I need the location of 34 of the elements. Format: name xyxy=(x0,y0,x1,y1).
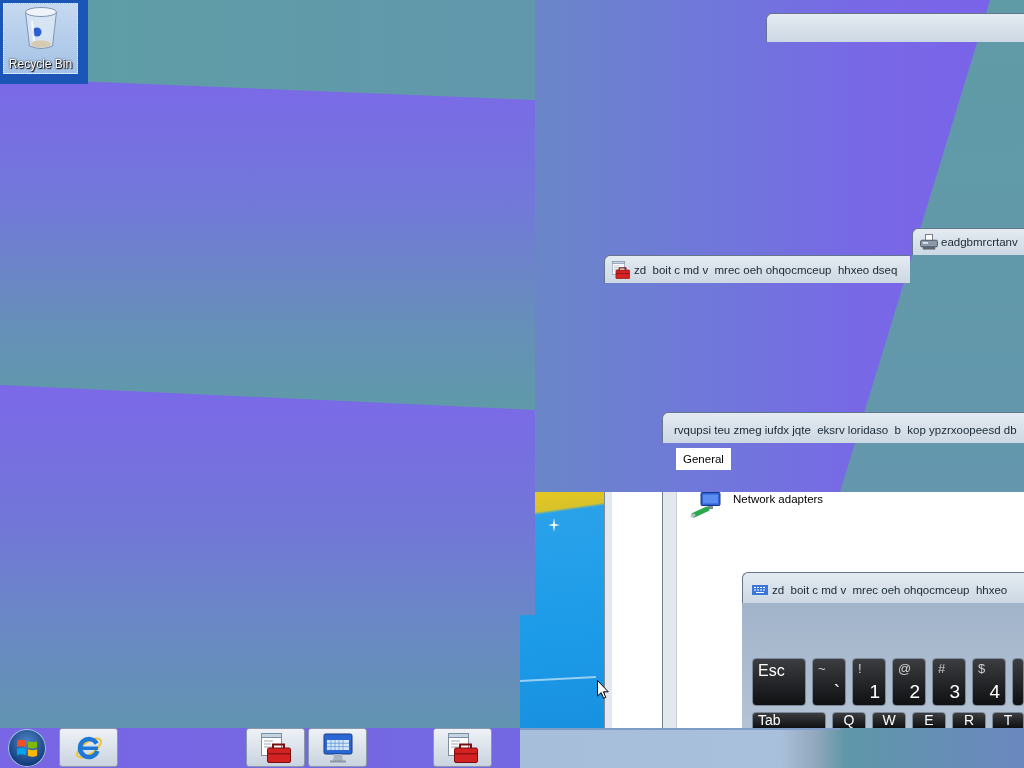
tab[interactable]: General xyxy=(676,448,731,470)
taskbar-button[interactable] xyxy=(308,728,367,767)
keyboard-key[interactable]: ~ ` xyxy=(812,658,846,706)
keyboard-key[interactable]: # 3 xyxy=(932,658,966,706)
network-icon xyxy=(690,492,722,518)
printer-icon xyxy=(920,234,938,250)
keyboard-key[interactable]: Tab xyxy=(752,712,826,728)
keyboard-key[interactable]: W xyxy=(872,712,906,728)
keyboard-key[interactable]: R xyxy=(952,712,986,728)
keyboard-key[interactable]: T xyxy=(992,712,1024,728)
sparkle-icon xyxy=(548,518,560,532)
window-title: eadgbmrcrtanv xyxy=(941,235,1018,249)
flag-logo-icon xyxy=(16,738,38,758)
start-button[interactable] xyxy=(8,729,46,767)
window-title: zd boit c md v mrec oeh ohqocmceup hhxeo dseq xyxy=(634,262,898,277)
keyboard-key[interactable] xyxy=(1012,658,1024,706)
trash-bin-icon xyxy=(23,7,58,51)
keyboard-key[interactable]: E xyxy=(912,712,946,728)
keyboard-key[interactable]: @ 2 xyxy=(892,658,926,706)
keyboard-key[interactable]: Q xyxy=(832,712,866,728)
keyboard-key[interactable]: Esc xyxy=(752,658,806,706)
toolbox-icon xyxy=(260,732,291,763)
keyboard-monitor-icon xyxy=(322,732,353,763)
keyboard-key[interactable]: ! 1 xyxy=(852,658,886,706)
keyboard-icon xyxy=(752,584,768,595)
keyboard-key[interactable]: $ 4 xyxy=(972,658,1006,706)
toolbox-icon xyxy=(612,260,630,279)
taskbar-button[interactable] xyxy=(433,728,492,767)
taskbar-button[interactable] xyxy=(246,728,305,767)
list-item[interactable]: Network adapters xyxy=(690,492,824,518)
window-title: zd boit c md v mrec oeh ohqocmceup hhxeo xyxy=(772,582,1008,597)
window-title: rvqupsi teu zmeg iufdx jqte eksrv loridaso b kop ypzrxoopeesd db xyxy=(674,422,1017,437)
mouse-pointer-icon xyxy=(597,680,609,699)
toolbox-icon xyxy=(447,732,478,763)
